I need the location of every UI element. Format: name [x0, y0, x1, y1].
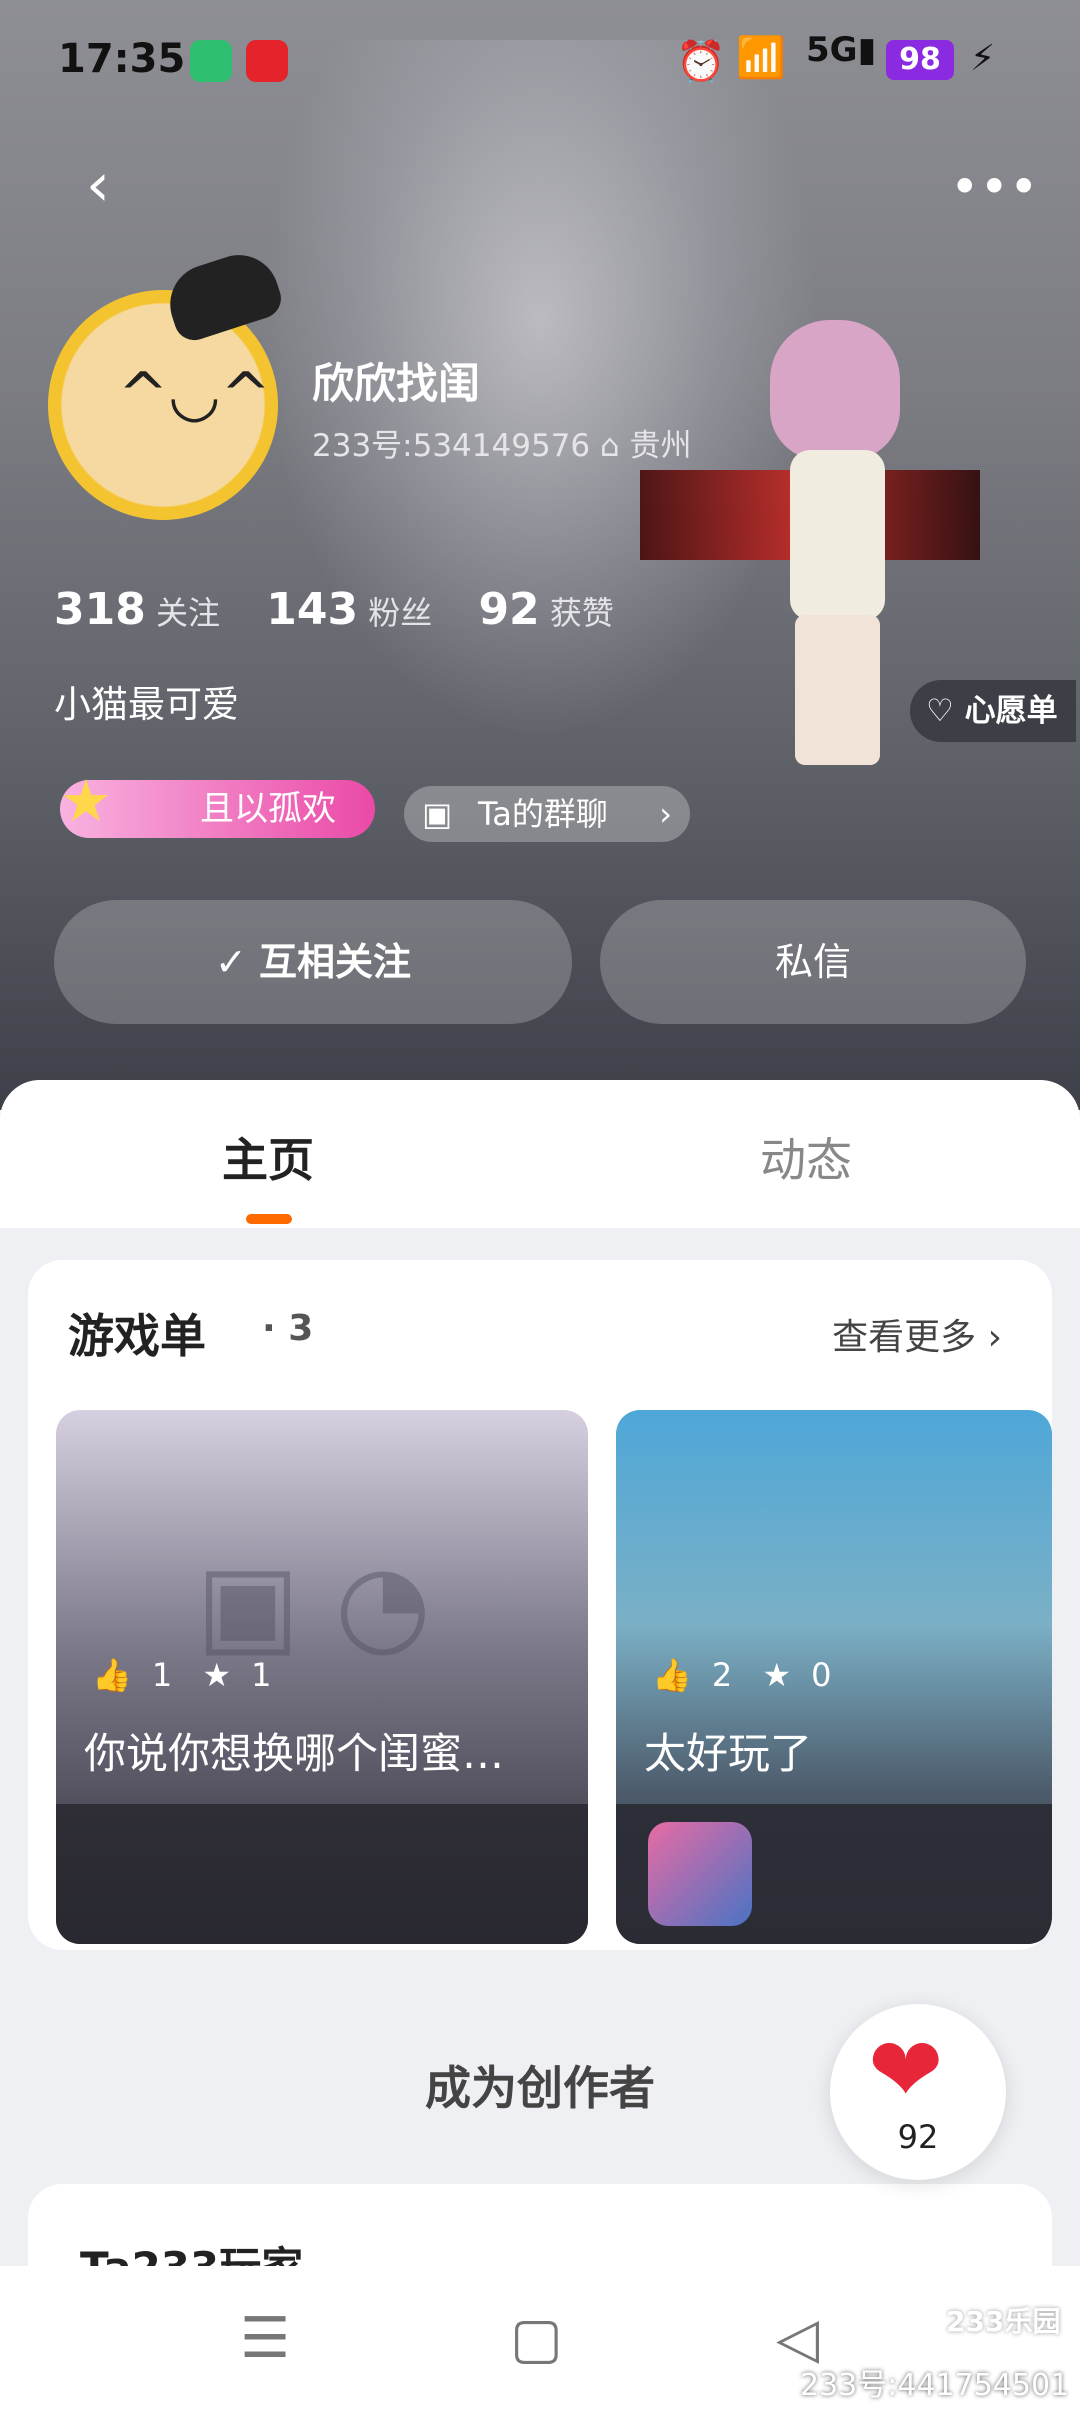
app-notification-icon [190, 40, 232, 82]
stat-label: 获赞 [549, 594, 614, 632]
game-list-item[interactable]: ▣ ◔ 👍 1 ★ 1 你说你想换哪个闺蜜… [56, 1410, 588, 1944]
chevron-right-icon: › [987, 1317, 1002, 1358]
view-more-label: 查看更多 [832, 1317, 977, 1358]
chat-icon: ▣ [422, 795, 453, 833]
watermark-id: 233号:441754501 [800, 2368, 1070, 2403]
game-list-stats: 👍 2 ★ 0 [652, 1656, 851, 1694]
profile-header: 17:35 ⏰ 📶 5G▮ 98 ⚡ ‹ ••• ^◡^ 欣欣找闺 233号:5… [0, 0, 1080, 1110]
profile-location: 贵州 [629, 428, 692, 464]
back-button[interactable]: ‹ [86, 150, 110, 220]
like-count: 1 [151, 1656, 173, 1694]
stat-following[interactable]: 318 关注 [54, 584, 221, 635]
heart-icon: ❤ [868, 2018, 944, 2123]
stat-value: 92 [478, 584, 540, 635]
message-button[interactable]: 私信 [600, 900, 1026, 1024]
app-notification-icon [246, 40, 288, 82]
profile-uid-line: 233号:534149576 ⌂ 贵州 [312, 420, 692, 465]
stat-label: 粉丝 [368, 594, 433, 632]
game-list-item[interactable]: 👍 2 ★ 0 太好玩了 [616, 1410, 1052, 1944]
game-icon[interactable] [648, 1822, 752, 1926]
like-button-count: 92 [897, 2118, 939, 2156]
game-list-count: · 3 [262, 1308, 314, 1349]
wishlist-label: 心愿单 [964, 693, 1058, 729]
stat-value: 143 [266, 584, 359, 635]
stat-label: 关注 [156, 594, 221, 632]
heart-outline-icon: ♡ [926, 693, 954, 729]
game-list-name: 太好玩了 [644, 1729, 813, 1778]
chevron-right-icon: › [659, 795, 672, 833]
battery-indicator: 98 [886, 40, 954, 80]
stat-value: 318 [54, 584, 146, 635]
thumbs-up-icon: 👍 [652, 1656, 692, 1694]
game-list-footer [56, 1804, 588, 1944]
status-bar: 17:35 ⏰ 📶 5G▮ 98 ⚡ [0, 0, 1080, 120]
cat-face-icon: ^◡^ [118, 360, 271, 430]
star-count: 0 [811, 1656, 832, 1694]
check-icon: ✓ [215, 940, 259, 984]
profile-bio: 小猫最可爱 [54, 683, 239, 726]
star-icon: ★ [762, 1656, 792, 1694]
tab-indicator [246, 1214, 292, 1224]
wishlist-button[interactable]: ♡ 心愿单 [910, 680, 1076, 742]
character-legs [795, 615, 880, 765]
profile-tag[interactable]: ★ 且以孤欢 [60, 772, 375, 838]
thumbs-up-icon: 👍 [92, 1656, 132, 1694]
group-chat-label: Ta的群聊 [478, 795, 608, 833]
tab-bar: 主页 动态 [0, 1080, 1080, 1228]
star-icon: ★ [60, 767, 112, 835]
group-chat-button[interactable]: ▣ Ta的群聊 › [404, 786, 690, 842]
wifi-icon: 📶 [736, 35, 786, 81]
game-list-stats: 👍 1 ★ 1 [92, 1656, 291, 1694]
game-placeholder-icon: ▣ ◔ [196, 1540, 431, 1668]
more-options-icon[interactable]: ••• [950, 158, 1038, 216]
home-square-icon[interactable]: ▢ [510, 2306, 563, 2371]
game-list-card: 游戏单 · 3 查看更多 › ▣ ◔ 👍 1 ★ 1 你说你想换哪个闺蜜… 👍 2 ★… [28, 1260, 1052, 1950]
mutual-follow-button[interactable]: ✓ 互相关注 [54, 900, 572, 1024]
profile-uid: 233号:534149576 [312, 428, 591, 464]
status-time: 17:35 [58, 36, 186, 82]
signal-icon: 5G▮ [806, 30, 877, 70]
tab-home[interactable]: 主页 [222, 1124, 314, 1190]
location-icon: ⌂ [599, 428, 630, 464]
tab-feed[interactable]: 动态 [760, 1124, 852, 1190]
follow-label: 互相关注 [258, 940, 411, 984]
like-count: 2 [711, 1656, 733, 1694]
charging-icon: ⚡ [970, 38, 996, 79]
message-label: 私信 [774, 940, 851, 984]
profile-stats: 318 关注 143 粉丝 92 获赞 [54, 584, 650, 635]
alarm-icon: ⏰ [676, 39, 726, 85]
stat-followers[interactable]: 143 粉丝 [266, 584, 433, 635]
character-body [790, 450, 885, 620]
star-icon: ★ [202, 1656, 232, 1694]
content-sheet: 主页 动态 游戏单 · 3 查看更多 › ▣ ◔ 👍 1 ★ 1 你说你想换哪个闺蜜… [0, 1080, 1080, 2412]
stat-likes[interactable]: 92 获赞 [478, 584, 614, 635]
view-more-link[interactable]: 查看更多 › [832, 1308, 1002, 1360]
watermark-brand: 233乐园 [946, 2305, 1061, 2338]
like-button[interactable]: ❤ 92 [830, 2004, 1006, 2180]
game-list-name: 你说你想换哪个闺蜜… [84, 1729, 505, 1778]
menu-icon[interactable]: ☰ [240, 2306, 290, 2371]
character-head [770, 320, 900, 460]
profile-name: 欣欣找闺 [312, 359, 481, 408]
game-list-title: 游戏单 [68, 1309, 206, 1363]
star-count: 1 [251, 1656, 272, 1694]
profile-tag-label: 且以孤欢 [200, 789, 336, 829]
avatar[interactable]: ^◡^ [48, 244, 287, 520]
